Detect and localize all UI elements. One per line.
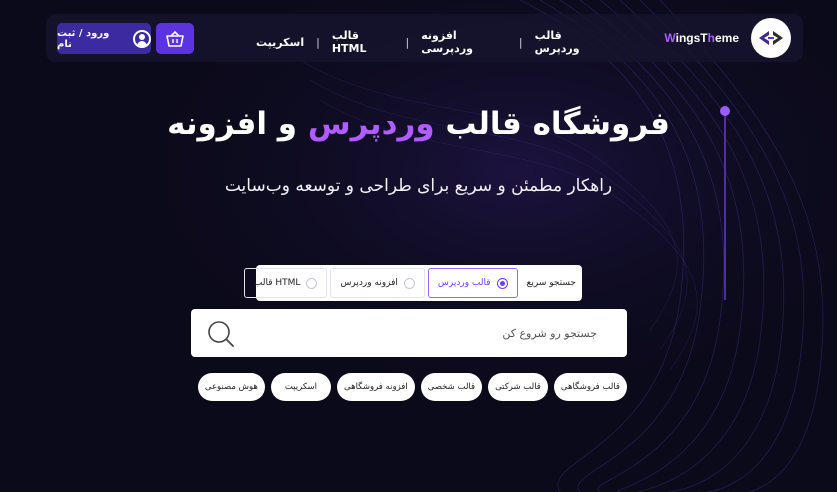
tab-html-template[interactable]: قالب HTML xyxy=(243,268,328,298)
user-circle-icon xyxy=(133,29,151,48)
search-box xyxy=(191,309,627,357)
tab-wordpress-theme[interactable]: قالب وردپرس xyxy=(427,268,518,298)
nav-separator: | xyxy=(518,35,523,49)
cart-button[interactable] xyxy=(156,23,194,54)
hero-title-highlight: وردپرس xyxy=(307,106,435,142)
logo-part-end: eme xyxy=(714,31,739,45)
tab-wordpress-plugin[interactable]: افزونه وردپرس xyxy=(330,268,425,298)
nav-separator: | xyxy=(316,35,320,49)
search-input[interactable] xyxy=(297,323,597,343)
chip-shop-theme[interactable]: قالب فروشگاهی xyxy=(553,373,627,401)
nav-item-scripts[interactable]: اسکریپت xyxy=(256,36,304,49)
tab-label: قالب HTML xyxy=(253,278,301,288)
logo-letter-w: W xyxy=(664,31,676,45)
nav-separator: | xyxy=(405,35,410,49)
radio-icon xyxy=(496,277,508,289)
chip-corporate-theme[interactable]: قالب شرکتی xyxy=(488,373,548,401)
radio-icon xyxy=(306,277,318,289)
main-nav: قالب وردپرس | افزونه وردپرسی | قالب HTML… xyxy=(256,29,606,55)
logo-part: ingsT xyxy=(675,31,708,45)
logo-letter-h: h xyxy=(707,31,715,45)
search-type-tabs: جستجو سریع قالب وردپرس افزونه وردپرس قال… xyxy=(243,265,582,301)
nav-item-html-templates[interactable]: قالب HTML xyxy=(332,29,394,55)
chip-ai[interactable]: هوش مصنوعی xyxy=(197,373,265,401)
login-register-button[interactable]: ورود / ثبت نام xyxy=(57,23,151,54)
chip-shop-plugin[interactable]: افزونه فروشگاهی xyxy=(337,373,415,401)
nav-item-wordpress-plugins[interactable]: افزونه وردپرسی xyxy=(421,29,507,55)
tab-label: افزونه وردپرس xyxy=(340,278,398,288)
search-icon[interactable] xyxy=(207,320,235,348)
nav-item-wordpress-themes[interactable]: قالب وردپرس xyxy=(535,29,606,55)
tab-label: قالب وردپرس xyxy=(437,278,491,288)
logo-text[interactable]: WingsTheme xyxy=(664,31,739,45)
background-waves xyxy=(0,0,837,492)
basket-icon xyxy=(166,30,184,47)
radio-icon xyxy=(403,277,415,289)
hero-subtitle: راهکار مطمئن و سریع برای طراحی و توسعه و… xyxy=(224,176,613,196)
chip-personal-theme[interactable]: قالب شخصی xyxy=(420,373,483,401)
chip-script[interactable]: اسکریپت xyxy=(270,373,332,401)
header: WingsTheme قالب وردپرس | افزونه وردپرسی … xyxy=(46,14,803,62)
suggestion-chips: قالب فروشگاهی قالب شرکتی قالب شخصی افزون… xyxy=(197,373,627,401)
hero-title: فروشگاه قالب وردپرس و افزونه xyxy=(0,106,837,142)
hero-title-part1: فروشگاه قالب xyxy=(445,106,670,142)
logo-icon[interactable] xyxy=(751,18,791,58)
login-label: ورود / ثبت نام xyxy=(57,27,110,50)
hero-title-part2: و افزونه xyxy=(167,106,298,142)
quick-search-label: جستجو سریع xyxy=(526,278,576,288)
